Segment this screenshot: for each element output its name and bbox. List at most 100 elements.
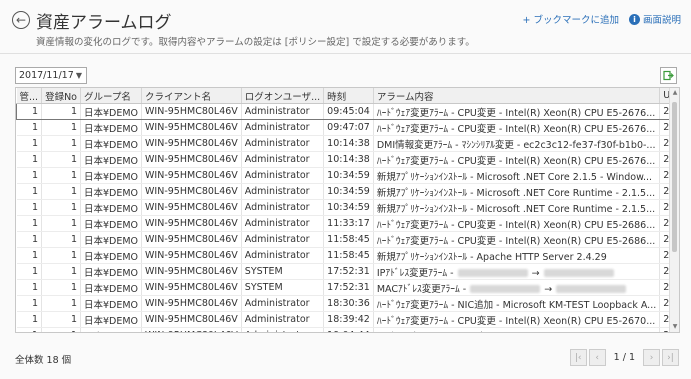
redacted-value	[457, 269, 528, 277]
reg-no-cell: 1	[41, 295, 81, 312]
kanri-cell: 1	[16, 279, 43, 296]
table-row[interactable]: 1 1 日本¥DEMO WIN-95HMC80L46V Administrator 10:…	[16, 135, 679, 152]
alarm-cell: ﾊｰﾄﾞｳｪｱ変更ｱﾗｰﾑ - CPU変更 - Intel(R) Xeon(R)…	[373, 119, 661, 136]
user-cell: Administrator	[241, 215, 325, 232]
client-cell: WIN-95HMC80L46V	[141, 263, 242, 280]
total-count: 全体数 18 個	[15, 355, 72, 366]
table-row[interactable]: 1 1 日本¥DEMO WIN-95HMC80L46V Administrator 18:…	[16, 311, 679, 328]
column-header[interactable]: ログオンユーザ...	[241, 88, 325, 104]
table-row[interactable]: 1 1 日本¥DEMO WIN-95HMC80L46V Administrator 09:…	[16, 119, 679, 136]
reg-no-cell: 1	[41, 167, 81, 184]
time-cell: 10:34:59	[323, 199, 374, 216]
back-button[interactable]: ←	[12, 11, 30, 29]
column-header[interactable]: アラーム内容	[373, 88, 661, 104]
arrow-right-icon: →	[531, 267, 540, 279]
scroll-thumb[interactable]	[672, 102, 677, 252]
group-cell: 日本¥DEMO	[80, 151, 143, 168]
alarm-log-table: 管...登録Noグループ名クライアント名ログオンユーザ...時刻アラーム内容UT…	[16, 88, 679, 332]
table-header-row: 管...登録Noグループ名クライアント名ログオンユーザ...時刻アラーム内容UT…	[16, 88, 679, 104]
group-cell: 日本¥DEMO	[80, 183, 143, 200]
user-cell: Administrator	[241, 167, 325, 184]
column-header[interactable]: グループ名	[80, 88, 143, 104]
help-link[interactable]: i 画面説明	[628, 12, 681, 26]
time-cell: 11:33:17	[323, 215, 374, 232]
client-cell: WIN-95HMC80L46V	[141, 135, 242, 152]
reg-no-cell: 1	[41, 215, 81, 232]
reg-no-cell: 1	[41, 103, 81, 120]
pagination: |‹ ‹ 1 / 1 › ›|	[569, 349, 679, 366]
time-cell: 18:30:36	[323, 295, 374, 312]
time-cell: 10:14:38	[323, 135, 374, 152]
table-row[interactable]: 1 1 日本¥DEMO WIN-95HMC80L46V Administrator 10:…	[16, 183, 679, 200]
time-cell: 11:58:45	[323, 247, 374, 264]
table-row[interactable]: 1 1 日本¥DEMO WIN-95HMC80L46V Administrator 18:…	[16, 295, 679, 312]
date-select[interactable]: 2017/11/17 ▼	[15, 67, 87, 84]
time-cell: 17:52:31	[323, 279, 374, 296]
group-cell: 日本¥DEMO	[80, 167, 143, 184]
column-header[interactable]: クライアント名	[141, 88, 242, 104]
alarm-cell: IPｱﾄﾞﾚｽ変更ｱﾗｰﾑ - →	[373, 263, 661, 280]
user-cell: Administrator	[241, 151, 325, 168]
client-cell: WIN-95HMC80L46V	[141, 247, 242, 264]
redacted-value	[470, 285, 541, 293]
group-cell: 日本¥DEMO	[80, 199, 143, 216]
group-cell: 日本¥DEMO	[80, 135, 143, 152]
vertical-scrollbar[interactable]: ▲ ▼	[669, 88, 679, 332]
reg-no-cell: 1	[41, 263, 81, 280]
table-row[interactable]: 1 1 日本¥DEMO WIN-95HMC80L46V Administrator 10:…	[16, 151, 679, 168]
alarm-cell: MACｱﾄﾞﾚｽ変更ｱﾗｰﾑ - →	[373, 279, 661, 296]
export-button[interactable]	[660, 67, 677, 84]
add-bookmark-label: + ブックマークに追加	[522, 15, 619, 26]
export-icon	[663, 70, 674, 81]
group-cell: 日本¥DEMO	[80, 247, 143, 264]
reg-no-cell: 1	[41, 247, 81, 264]
first-page-button[interactable]: |‹	[569, 349, 587, 366]
client-cell: WIN-95HMC80L46V	[141, 295, 242, 312]
scroll-down-icon[interactable]: ▼	[670, 322, 679, 332]
client-cell: WIN-95HMC80L46V	[141, 215, 242, 232]
kanri-cell: 1	[16, 263, 43, 280]
table-row[interactable]: 1 1 日本¥DEMO WIN-95HMC80L46V SYSTEM 17:52:31 IP…	[16, 263, 679, 280]
user-cell: Administrator	[241, 247, 325, 264]
user-cell: Administrator	[241, 183, 325, 200]
client-cell: WIN-95HMC80L46V	[141, 199, 242, 216]
column-header[interactable]: 登録No	[41, 88, 81, 104]
page-title: 資産アラームログ	[36, 13, 172, 33]
time-cell: 17:52:31	[323, 263, 374, 280]
client-cell: WIN-95HMC80L46V	[141, 311, 242, 328]
prev-page-button[interactable]: ‹	[588, 349, 606, 366]
table-row[interactable]: 1 1 日本¥DEMO WIN-95HMC80L46V Administrator 11:…	[16, 247, 679, 264]
kanri-cell: 1	[16, 167, 43, 184]
last-page-icon: ›|	[667, 352, 674, 363]
add-bookmark-link[interactable]: + ブックマークに追加	[523, 12, 619, 26]
table-row[interactable]: 11日本¥DEMOWIN-95HMC80L46VAdministrator19:…	[16, 327, 679, 332]
alarm-cell: ﾊｰﾄﾞｳｪｱ変更ｱﾗｰﾑ - CPU変更 - Intel(R) Xeon(R)…	[373, 151, 661, 168]
time-cell: 18:39:42	[323, 311, 374, 328]
table-row[interactable]: 1 1 日本¥DEMO WIN-95HMC80L46V Administrator 11:…	[16, 215, 679, 232]
column-header[interactable]: 管...	[16, 88, 43, 104]
kanri-cell: 1	[16, 295, 43, 312]
table-row[interactable]: 1 1 日本¥DEMO WIN-95HMC80L46V Administrator 10:…	[16, 167, 679, 184]
redacted-value	[543, 269, 614, 277]
scroll-up-icon[interactable]: ▲	[670, 88, 679, 98]
kanri-cell: 1	[16, 135, 43, 152]
user-cell: Administrator	[241, 135, 325, 152]
table-row[interactable]: 1 1 日本¥DEMO WIN-95HMC80L46V Administrator 11:…	[16, 231, 679, 248]
user-cell: Administrator	[241, 231, 325, 248]
first-page-icon: |‹	[574, 352, 582, 363]
time-cell: 10:34:59	[323, 183, 374, 200]
table-row[interactable]: 1 1 日本¥DEMO WIN-95HMC80L46V Administrator 10:…	[16, 199, 679, 216]
last-page-button[interactable]: ›|	[662, 349, 679, 366]
user-cell: Administrator	[241, 119, 325, 136]
header-divider	[0, 53, 691, 54]
reg-no-cell: 1	[41, 119, 81, 136]
user-cell: Administrator	[241, 327, 325, 332]
alarm-cell: ﾊｰﾄﾞｳｪｱ変更ｱﾗｰﾑ - CPU変更 - Intel(R) Xeon(R)…	[373, 215, 661, 232]
column-header[interactable]: 時刻	[323, 88, 374, 104]
page-header: ← 資産アラームログ 資産情報の変化のログです。取得内容やアラームの設定は [ポ…	[0, 0, 691, 52]
alarm-text: IPｱﾄﾞﾚｽ変更ｱﾗｰﾑ -	[376, 267, 454, 279]
table-row[interactable]: 1 1 日本¥DEMO WIN-95HMC80L46V Administrator 09:…	[16, 103, 679, 120]
client-cell: WIN-95HMC80L46V	[141, 183, 242, 200]
table-row[interactable]: 1 1 日本¥DEMO WIN-95HMC80L46V SYSTEM 17:52:31 MA…	[16, 279, 679, 296]
next-page-button[interactable]: ›	[643, 349, 660, 366]
